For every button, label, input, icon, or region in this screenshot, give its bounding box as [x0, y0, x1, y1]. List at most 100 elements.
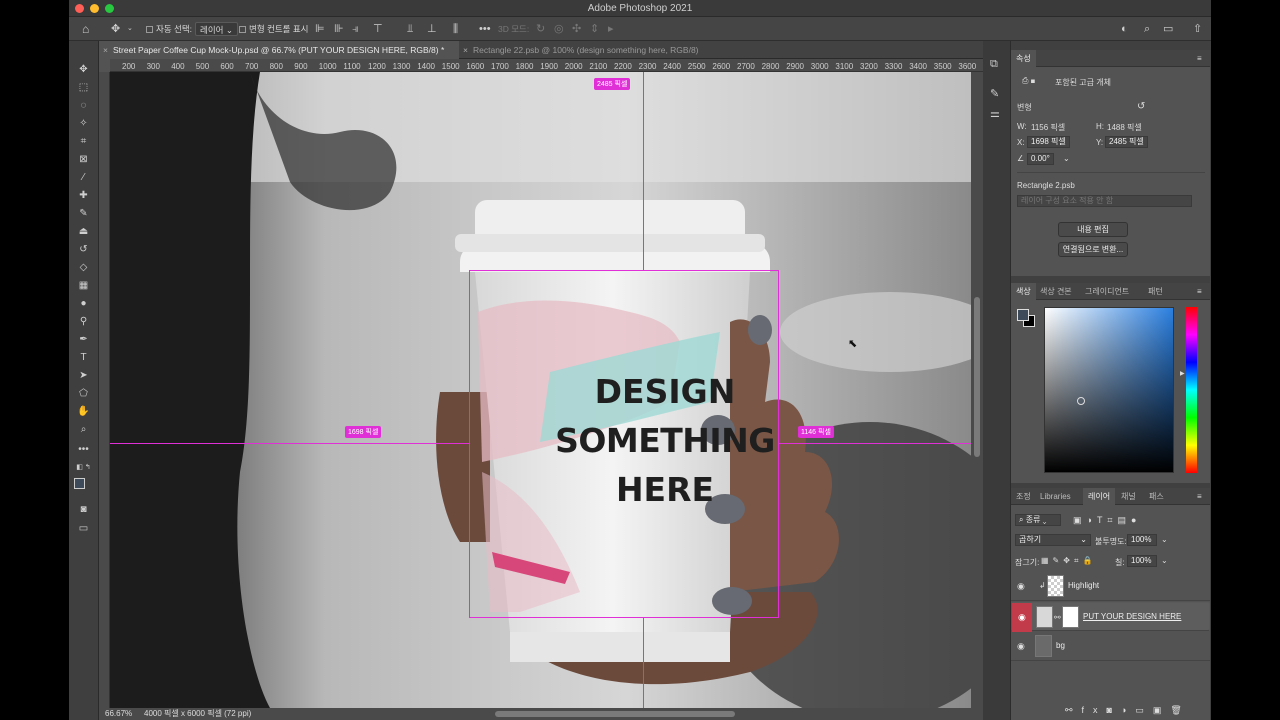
magic-wand-tool-icon[interactable]: ✧ [76, 117, 91, 131]
healing-brush-tool-icon[interactable]: ✚ [76, 189, 91, 203]
align-bottom-icon[interactable]: ⊥ [427, 22, 437, 36]
clone-stamp-tool-icon[interactable]: ⏏ [76, 225, 91, 239]
hue-slider-handle[interactable]: ▶ [1180, 370, 1185, 377]
3d-slide-icon[interactable]: ⇕ [590, 22, 599, 36]
screen-mode-icon[interactable]: ▭ [76, 522, 91, 536]
eye-icon[interactable]: ◉ [1018, 612, 1026, 623]
document-info[interactable]: 4000 픽셀 x 6000 픽셀 (72 ppi) [144, 708, 251, 720]
brush-settings-icon[interactable]: ✎ [990, 87, 999, 101]
hand-tool-icon[interactable]: ✋ [76, 405, 91, 419]
quick-mask-icon[interactable]: ◙ [76, 503, 91, 517]
crop-tool-icon[interactable]: ⌗ [76, 135, 91, 149]
chevron-down-icon[interactable]: ⌄ [1161, 556, 1168, 565]
layer-filter-select[interactable]: ⌕ 종류 ⌄ [1015, 514, 1061, 526]
default-colors-icon[interactable]: ◧ ↰ [76, 461, 91, 475]
x-position-input[interactable]: 1698 픽셀 [1027, 136, 1070, 148]
brush-tool-icon[interactable]: ✎ [76, 207, 91, 221]
opacity-input[interactable]: 100% [1127, 534, 1157, 546]
transform-controls-checkbox[interactable]: 변형 컨트롤 표시 [239, 22, 308, 36]
move-tool-icon[interactable]: ✥ [111, 22, 120, 36]
width-value[interactable]: 1156 픽셀 [1031, 122, 1065, 133]
align-left-icon[interactable]: ⊫ [315, 22, 325, 36]
distribute-icon[interactable]: ⫼ [453, 22, 458, 36]
color-picker-handle[interactable] [1077, 397, 1085, 405]
marquee-tool-icon[interactable]: ⬚ [76, 81, 91, 95]
transform-bounding-box[interactable] [469, 270, 779, 618]
frame-tool-icon[interactable]: ⊠ [76, 153, 91, 167]
panel-menu-icon[interactable]: ≡ [1197, 492, 1202, 501]
pen-tool-icon[interactable]: ✒ [76, 333, 91, 347]
align-right-icon[interactable]: ⫣ [352, 22, 359, 36]
layer-row-highlight[interactable]: ◉ ↲ Highlight [1011, 572, 1210, 601]
3d-roll-icon[interactable]: ◎ [554, 22, 564, 36]
align-middle-icon[interactable]: ⫫ [407, 22, 413, 36]
tab-libraries[interactable]: Libraries [1035, 488, 1076, 505]
fill-input[interactable]: 100% [1127, 555, 1157, 567]
auto-select-checkbox[interactable]: 자동 선택: [146, 22, 192, 36]
path-selection-tool-icon[interactable]: ➤ [76, 369, 91, 383]
tab-coffee-cup-mockup[interactable]: × Street Paper Coffee Cup Mock-Up.psd @ … [99, 41, 459, 59]
more-tools-icon[interactable]: ••• [76, 443, 91, 457]
dodge-tool-icon[interactable]: ⚲ [76, 315, 91, 329]
eye-icon[interactable]: ◉ [1017, 581, 1025, 592]
zoom-level[interactable]: 66.67% [105, 708, 132, 720]
tab-channels[interactable]: 채널 [1116, 488, 1141, 505]
color-field[interactable] [1044, 307, 1174, 473]
history-icon[interactable]: ⧉ [990, 57, 998, 71]
tab-rectangle-22[interactable]: × Rectangle 22.psb @ 100% (design someth… [459, 41, 739, 59]
tab-swatches[interactable]: 색상 견본 [1035, 283, 1077, 300]
3d-scale-icon[interactable]: ▸ [608, 22, 614, 36]
edit-contents-button[interactable]: 내용 편집 [1058, 222, 1128, 237]
3d-rotate-icon[interactable]: ↻ [536, 22, 545, 36]
tab-patterns[interactable]: 패턴 [1143, 283, 1168, 300]
align-center-icon[interactable]: ⊪ [334, 22, 344, 36]
auto-select-dropdown[interactable]: 레이어 ⌄ [195, 22, 238, 36]
history-brush-tool-icon[interactable]: ↺ [76, 243, 91, 257]
tab-layers[interactable]: 레이어 [1083, 488, 1116, 505]
hue-slider[interactable] [1186, 307, 1197, 473]
lock-icons[interactable]: ▦✎✥⌗🔒 [1041, 556, 1096, 566]
fg-color-chip[interactable] [1017, 309, 1029, 321]
layer-name[interactable]: PUT YOUR DESIGN HERE [1083, 612, 1181, 621]
home-icon[interactable]: ⌂ [82, 22, 89, 36]
close-tab-icon[interactable]: × [463, 41, 468, 59]
panel-menu-icon[interactable]: ≡ [1197, 287, 1202, 296]
horizontal-scrollbar[interactable] [495, 711, 735, 717]
layer-comp-select[interactable]: 레이어 구성 요소 적용 안 함 [1017, 195, 1192, 207]
reset-transform-icon[interactable]: ↺ [1137, 101, 1145, 112]
tab-properties[interactable]: 속성 [1011, 50, 1036, 67]
panel-menu-icon[interactable]: ≡ [1197, 54, 1202, 63]
share-icon[interactable]: ⇧ [1193, 22, 1202, 36]
layer-name[interactable]: Highlight [1068, 581, 1099, 590]
eyedropper-tool-icon[interactable]: ⁄ [76, 171, 91, 185]
y-position-input[interactable]: 2485 픽셀 [1105, 136, 1148, 148]
document-canvas[interactable]: DESIGN SOMETHING HERE 2485 픽셀 1698 픽셀 11… [110, 72, 971, 708]
type-tool-icon[interactable]: T [76, 351, 91, 365]
tab-gradients[interactable]: 그레이디언트 [1080, 283, 1134, 300]
search-icon[interactable]: ⌕ [1144, 22, 1150, 36]
tab-color[interactable]: 색상 [1011, 283, 1036, 300]
layer-footer-icons[interactable]: ⚯fx◙◑▭▣🗑 [1065, 705, 1191, 716]
more-options-icon[interactable]: ••• [479, 22, 491, 36]
3d-drag-icon[interactable]: ✣ [572, 22, 581, 36]
tab-adjustments[interactable]: 조정 [1011, 488, 1036, 505]
share-user-icon[interactable]: ◐ [1121, 22, 1128, 36]
vertical-scrollbar[interactable] [971, 72, 983, 708]
align-top-icon[interactable]: ⊤ [373, 22, 383, 36]
shape-tool-icon[interactable]: ⬠ [76, 387, 91, 401]
layer-row-bg[interactable]: ◉ bg [1011, 632, 1210, 661]
chevron-down-icon[interactable]: ⌄ [127, 22, 133, 36]
workspace-icon[interactable]: ▭ [1163, 22, 1173, 36]
close-tab-icon[interactable]: × [103, 41, 108, 59]
move-tool-icon[interactable]: ✥ [76, 63, 91, 77]
foreground-color-swatch[interactable] [74, 478, 85, 489]
angle-input[interactable]: 0.00° [1027, 153, 1054, 165]
eye-icon[interactable]: ◉ [1017, 641, 1025, 652]
scroll-thumb[interactable] [974, 297, 980, 457]
filter-icons[interactable]: ▣◑T⌗▤● [1073, 515, 1141, 526]
adjust-icon[interactable]: ⚌ [990, 107, 1000, 121]
tab-paths[interactable]: 패스 [1144, 488, 1169, 505]
eraser-tool-icon[interactable]: ◇ [76, 261, 91, 275]
zoom-tool-icon[interactable]: ⌕ [76, 423, 91, 437]
chevron-down-icon[interactable]: ⌄ [1161, 535, 1168, 544]
